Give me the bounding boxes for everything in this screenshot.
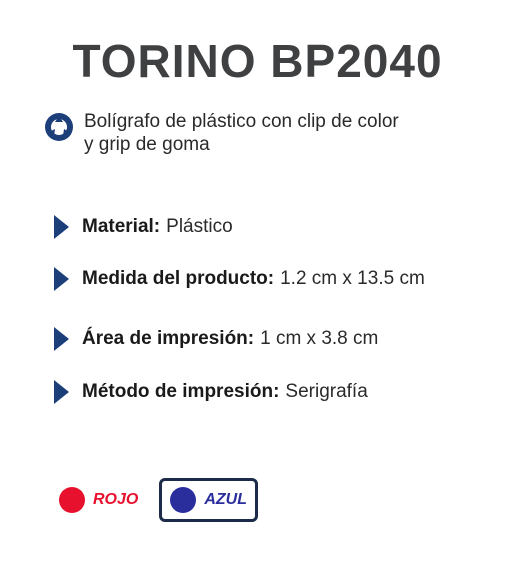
description-text: Bolígrafo de plástico con clip de color …: [84, 110, 399, 156]
color-dot: [59, 487, 85, 513]
color-option-rojo[interactable]: ROJO: [52, 478, 149, 522]
description-line-2: y grip de goma: [84, 134, 210, 155]
spec-value: Serigrafía: [285, 381, 368, 402]
color-option-azul[interactable]: AZUL: [159, 478, 258, 522]
spec-value: 1 cm x 3.8 cm: [260, 328, 379, 349]
color-dot: [170, 487, 197, 513]
spec-label: Medida del producto:: [82, 268, 275, 289]
description-line-1: Bolígrafo de plástico con clip de color: [84, 111, 399, 132]
product-title: TORINO BP2040: [72, 35, 443, 87]
product-description: Bolígrafo de plástico con clip de color …: [44, 110, 399, 156]
spec-label: Área de impresión:: [82, 328, 255, 349]
arrow-right-icon: [54, 380, 69, 404]
spec-label: Material:: [82, 216, 161, 237]
spec-print-area: Área de impresión: 1 cm x 3.8 cm: [52, 326, 378, 352]
spec-product-size: Medida del producto: 1.2 cm x 13.5 cm: [52, 266, 425, 292]
arrow-right-icon: [54, 267, 69, 291]
spec-material: Material: Plástico: [52, 214, 233, 240]
color-options: ROJO AZUL: [52, 478, 258, 522]
spec-value: 1.2 cm x 13.5 cm: [280, 268, 425, 289]
color-label: AZUL: [204, 491, 247, 508]
recycle-icon: [45, 113, 73, 141]
spec-print-method: Método de impresión: Serigrafía: [52, 379, 368, 405]
arrow-right-icon: [54, 215, 69, 239]
spec-value: Plástico: [166, 216, 233, 237]
color-label: ROJO: [93, 491, 139, 508]
arrow-right-icon: [54, 327, 69, 351]
spec-label: Método de impresión:: [82, 381, 280, 402]
